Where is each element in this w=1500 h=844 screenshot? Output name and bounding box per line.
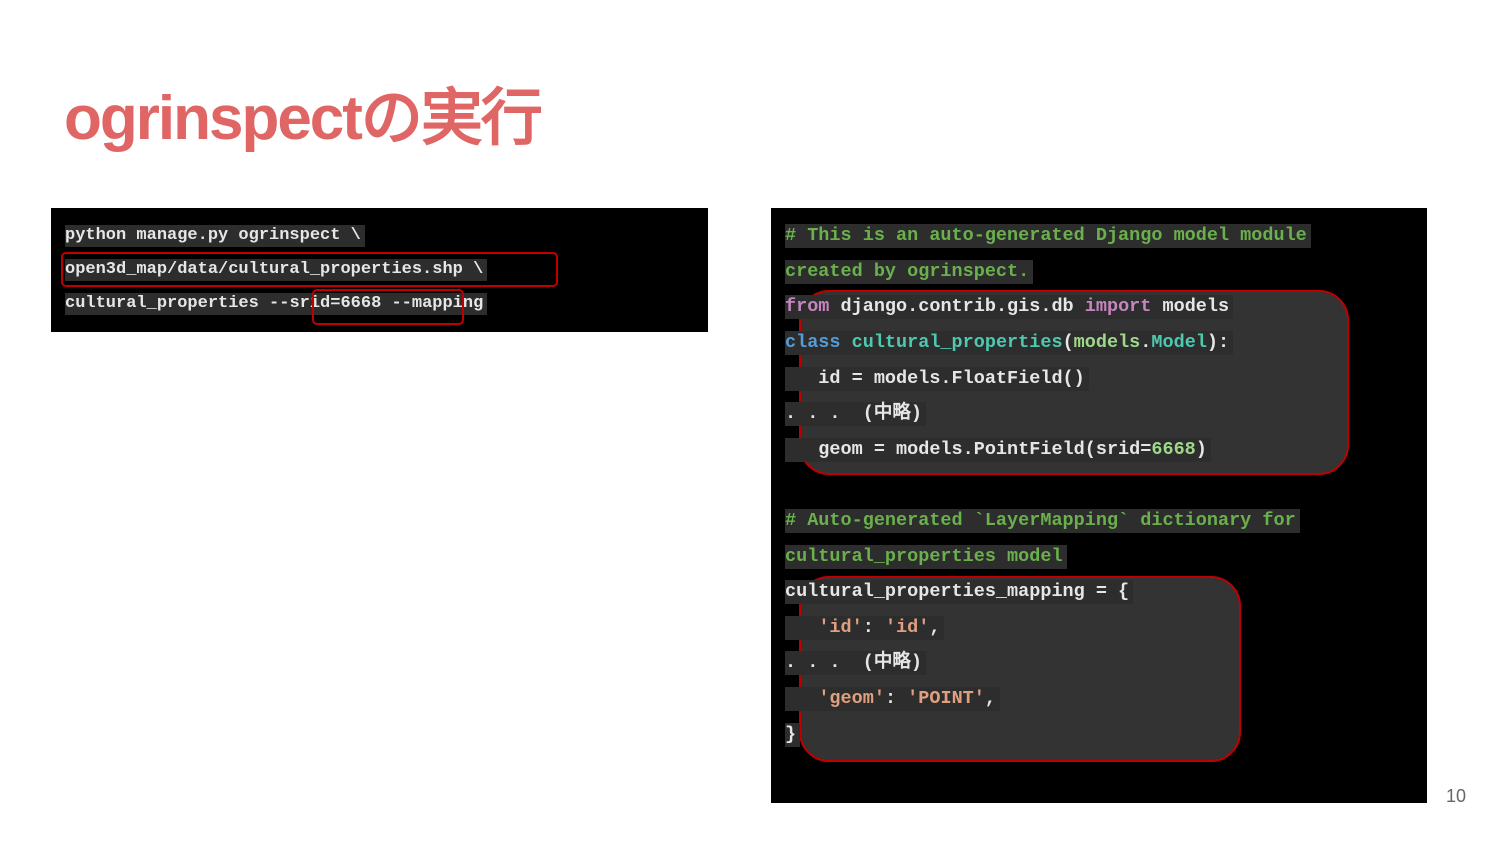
class-base-module: models <box>1073 332 1141 353</box>
class-line: class cultural_properties(models.Model): <box>785 331 1234 355</box>
mapping-id-line: 'id': 'id', <box>785 616 945 640</box>
mapping-indent <box>785 688 818 709</box>
omission-line-1: . . . (中略) <box>785 402 926 426</box>
mapping-id-value: 'id' <box>884 617 930 638</box>
class-paren-open: ( <box>1062 332 1074 353</box>
mapping-geom-value: 'POINT' <box>907 688 985 709</box>
mapping-id-key: 'id' <box>818 617 863 638</box>
mapping-colon: : <box>862 617 885 638</box>
page-number: 10 <box>1445 786 1466 806</box>
import-line: from django.contrib.gis.db import models <box>785 295 1234 319</box>
id-field-line: id = models.FloatField() <box>785 367 1089 391</box>
class-keyword: class <box>785 332 841 353</box>
mapping-geom-line: 'geom': 'POINT', <box>785 687 1000 711</box>
srid-highlight-box <box>312 289 464 325</box>
comment-line-4: cultural_properties model <box>785 545 1067 569</box>
command-code-block: python manage.py ogrinspect \ open3d_map… <box>51 208 708 332</box>
import-name: models <box>1151 296 1230 317</box>
class-base: Model <box>1151 332 1207 353</box>
geom-field-head: geom = models.PointField(srid= <box>785 439 1152 460</box>
import-keyword: import <box>1084 296 1152 317</box>
mapping-close-line: } <box>785 723 801 747</box>
geom-field-tail: ) <box>1195 439 1207 460</box>
class-end: ): <box>1206 332 1230 353</box>
command-line-1: python manage.py ogrinspect \ <box>65 225 365 247</box>
slide: ogrinspectの実行 python manage.py ogrinspec… <box>0 0 1500 844</box>
mapping-indent <box>785 617 818 638</box>
model-code-block: # This is an auto-generated Django model… <box>771 208 1427 803</box>
comment-line-3: # Auto-generated `LayerMapping` dictiona… <box>785 509 1300 533</box>
class-dot: . <box>1140 332 1152 353</box>
from-keyword: from <box>785 296 830 317</box>
mapping-geom-key: 'geom' <box>818 688 885 709</box>
slide-title: ogrinspectの実行 <box>64 84 543 153</box>
path-highlight-box <box>61 252 558 287</box>
module-path: django.contrib.gis.db <box>829 296 1085 317</box>
class-name: cultural_properties <box>840 332 1063 353</box>
mapping-comma: , <box>929 617 941 638</box>
comment-line-2: created by ogrinspect. <box>785 260 1034 284</box>
mapping-colon: : <box>884 688 908 709</box>
comment-line-1: # This is an auto-generated Django model… <box>785 224 1311 248</box>
geom-srid-number: 6668 <box>1151 439 1196 460</box>
omission-line-2: . . . (中略) <box>785 651 926 675</box>
mapping-open-line: cultural_properties_mapping = { <box>785 580 1134 604</box>
geom-field-line: geom = models.PointField(srid=6668) <box>785 438 1211 462</box>
layer-name-arg: cultural_properties <box>65 294 270 313</box>
mapping-comma: , <box>984 688 996 709</box>
